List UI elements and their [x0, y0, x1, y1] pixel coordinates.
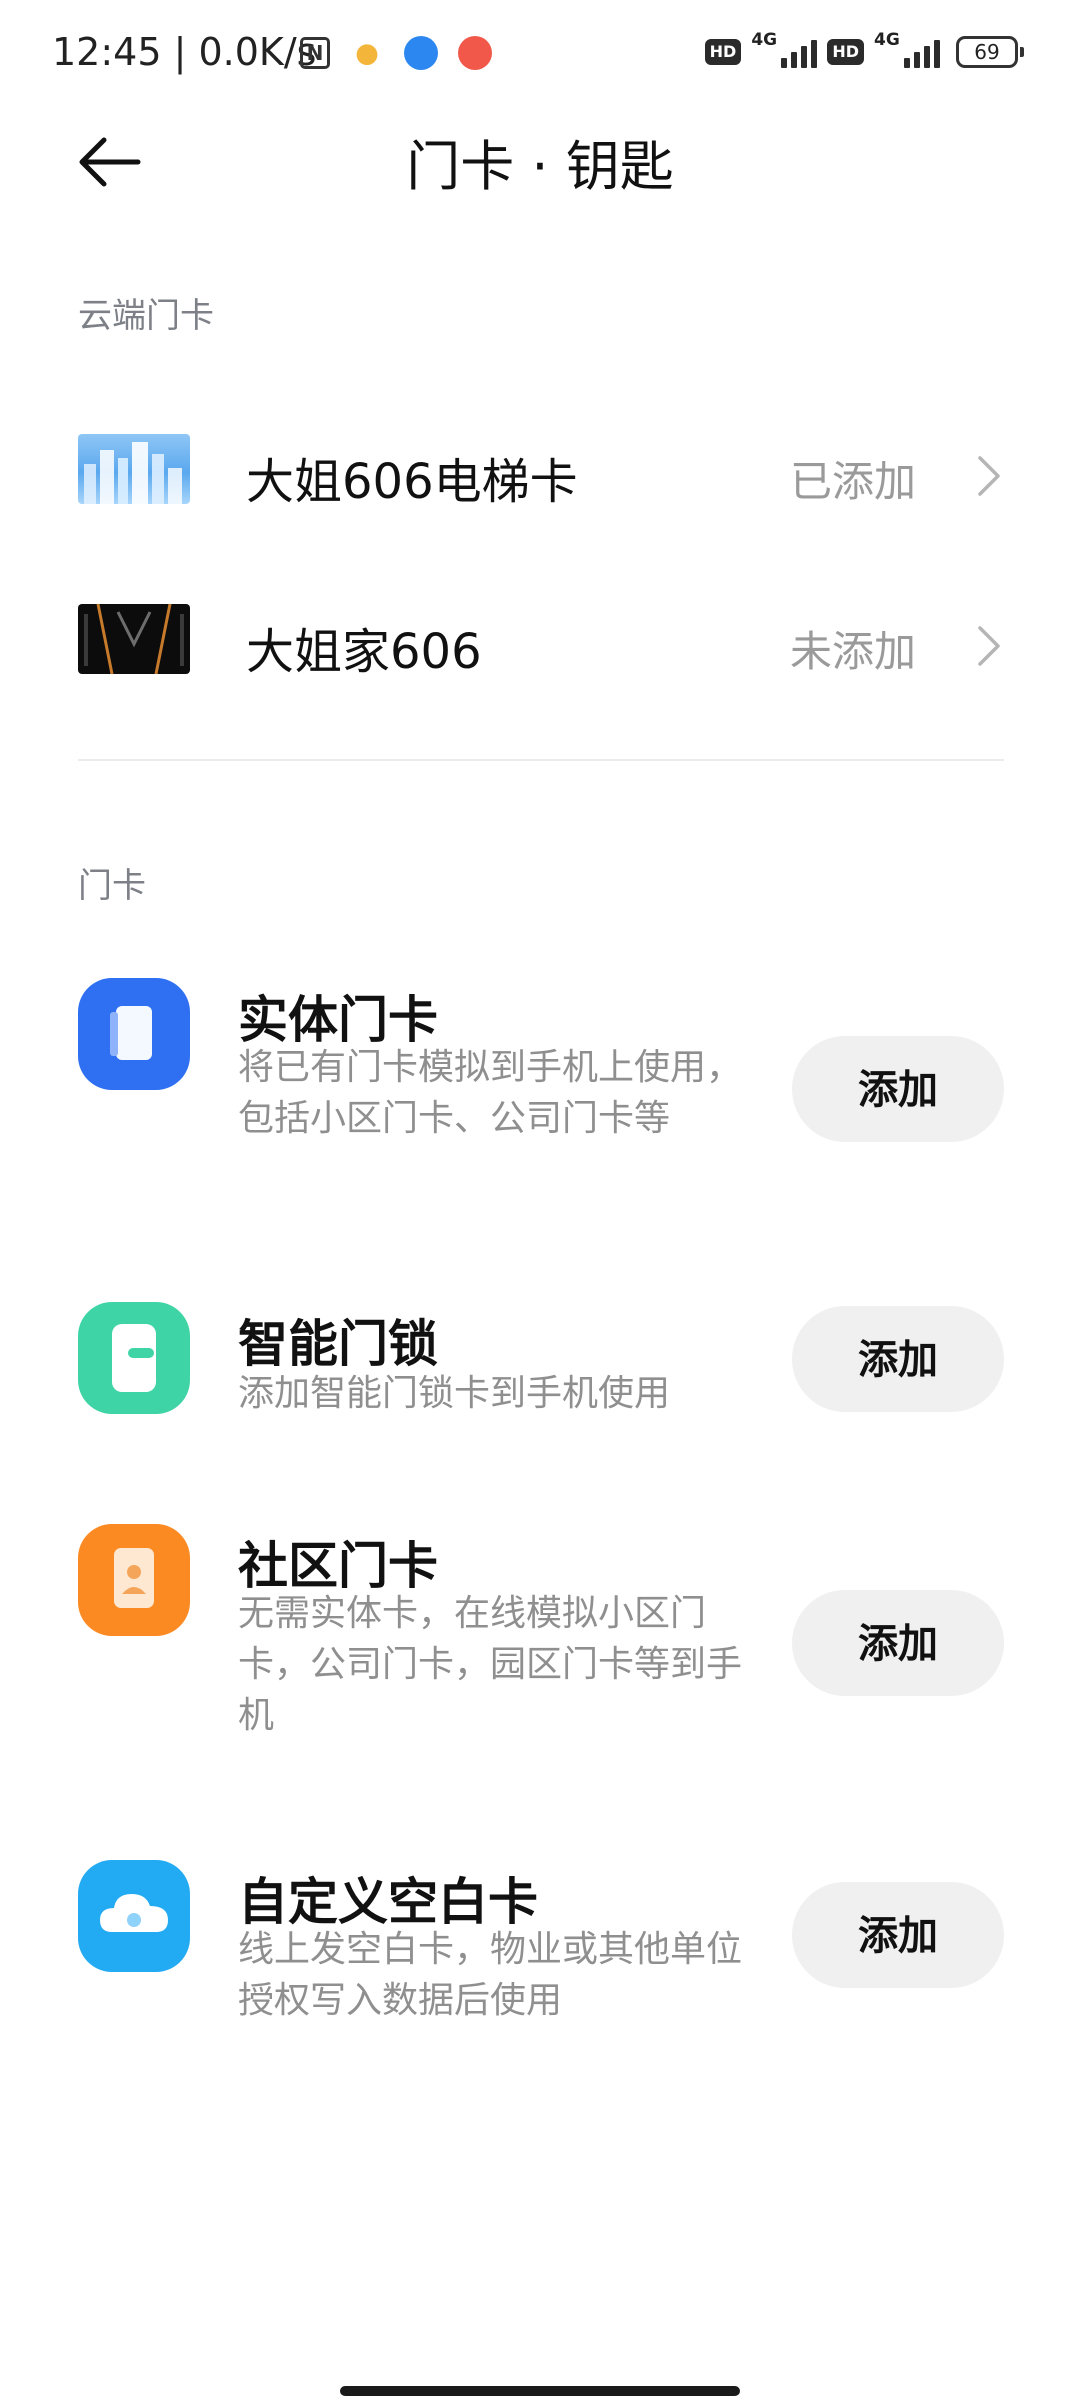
status-right-icons: HD 4G HD 4G 69	[704, 30, 1024, 70]
add-button[interactable]: 添加	[792, 1590, 1004, 1696]
cloud-card-status: 已添加	[789, 457, 916, 506]
add-button[interactable]: 添加	[792, 1306, 1004, 1412]
option-description: 线上发空白卡，物业或其他单位授权写入数据后使用	[238, 1929, 743, 2021]
add-button[interactable]: 添加	[792, 1882, 1004, 1988]
screen: 12:45 | 0.0K/s N HD 4G HD 4G 69 门卡 · 钥匙 …	[0, 0, 1080, 2400]
signal-icon-2: 4G	[874, 30, 940, 70]
network-type-1: 4G	[751, 30, 778, 50]
status-time: 12:45 | 0.0K/s	[52, 30, 317, 74]
divider	[78, 759, 1004, 761]
card-icon	[78, 978, 190, 1090]
status-notification-icons: N	[300, 36, 492, 70]
cloud-card-row[interactable]: 大姐606电梯卡 已添加	[0, 400, 1080, 520]
section-label-cloud: 云端门卡	[78, 296, 214, 336]
chevron-right-icon	[978, 456, 1000, 496]
option-description: 添加智能门锁卡到手机使用	[238, 1373, 671, 1414]
page-title: 门卡 · 钥匙	[406, 135, 674, 198]
network-type-2: 4G	[874, 30, 900, 50]
nfc-icon: N	[300, 37, 330, 69]
alipay-icon	[404, 36, 438, 70]
hd-badge-2: HD	[827, 39, 864, 65]
cloud-card-status: 未添加	[789, 627, 916, 676]
city-skyline-thumbnail	[78, 434, 190, 504]
option-description: 将已有门卡模拟到手机上使用，包括小区门卡、公司门卡等	[238, 1047, 743, 1139]
cloud-card-row[interactable]: 大姐家606 未添加	[0, 570, 1080, 690]
section-label-cards: 门卡	[78, 866, 146, 906]
cloud-card-name: 大姐606电梯卡	[246, 454, 578, 510]
cloud-card-name: 大姐家606	[246, 624, 482, 680]
community-card-icon	[78, 1524, 190, 1636]
status-bar: 12:45 | 0.0K/s N HD 4G HD 4G 69	[0, 0, 1080, 110]
shop-app-icon	[458, 36, 492, 70]
dark-pattern-thumbnail	[78, 604, 190, 674]
hd-badge-1: HD	[704, 39, 742, 65]
chat-app-icon	[350, 36, 384, 70]
signal-icon-1: 4G	[751, 30, 818, 70]
battery-icon: 69	[956, 36, 1024, 68]
option-title: 智能门锁	[238, 1315, 438, 1373]
add-button[interactable]: 添加	[792, 1036, 1004, 1142]
chevron-right-icon	[978, 626, 1000, 666]
home-indicator[interactable]	[340, 2386, 740, 2396]
option-description: 无需实体卡，在线模拟小区门卡，公司门卡，园区门卡等到手机	[238, 1593, 743, 1736]
cloud-icon	[78, 1860, 190, 1972]
lock-icon	[78, 1302, 190, 1414]
